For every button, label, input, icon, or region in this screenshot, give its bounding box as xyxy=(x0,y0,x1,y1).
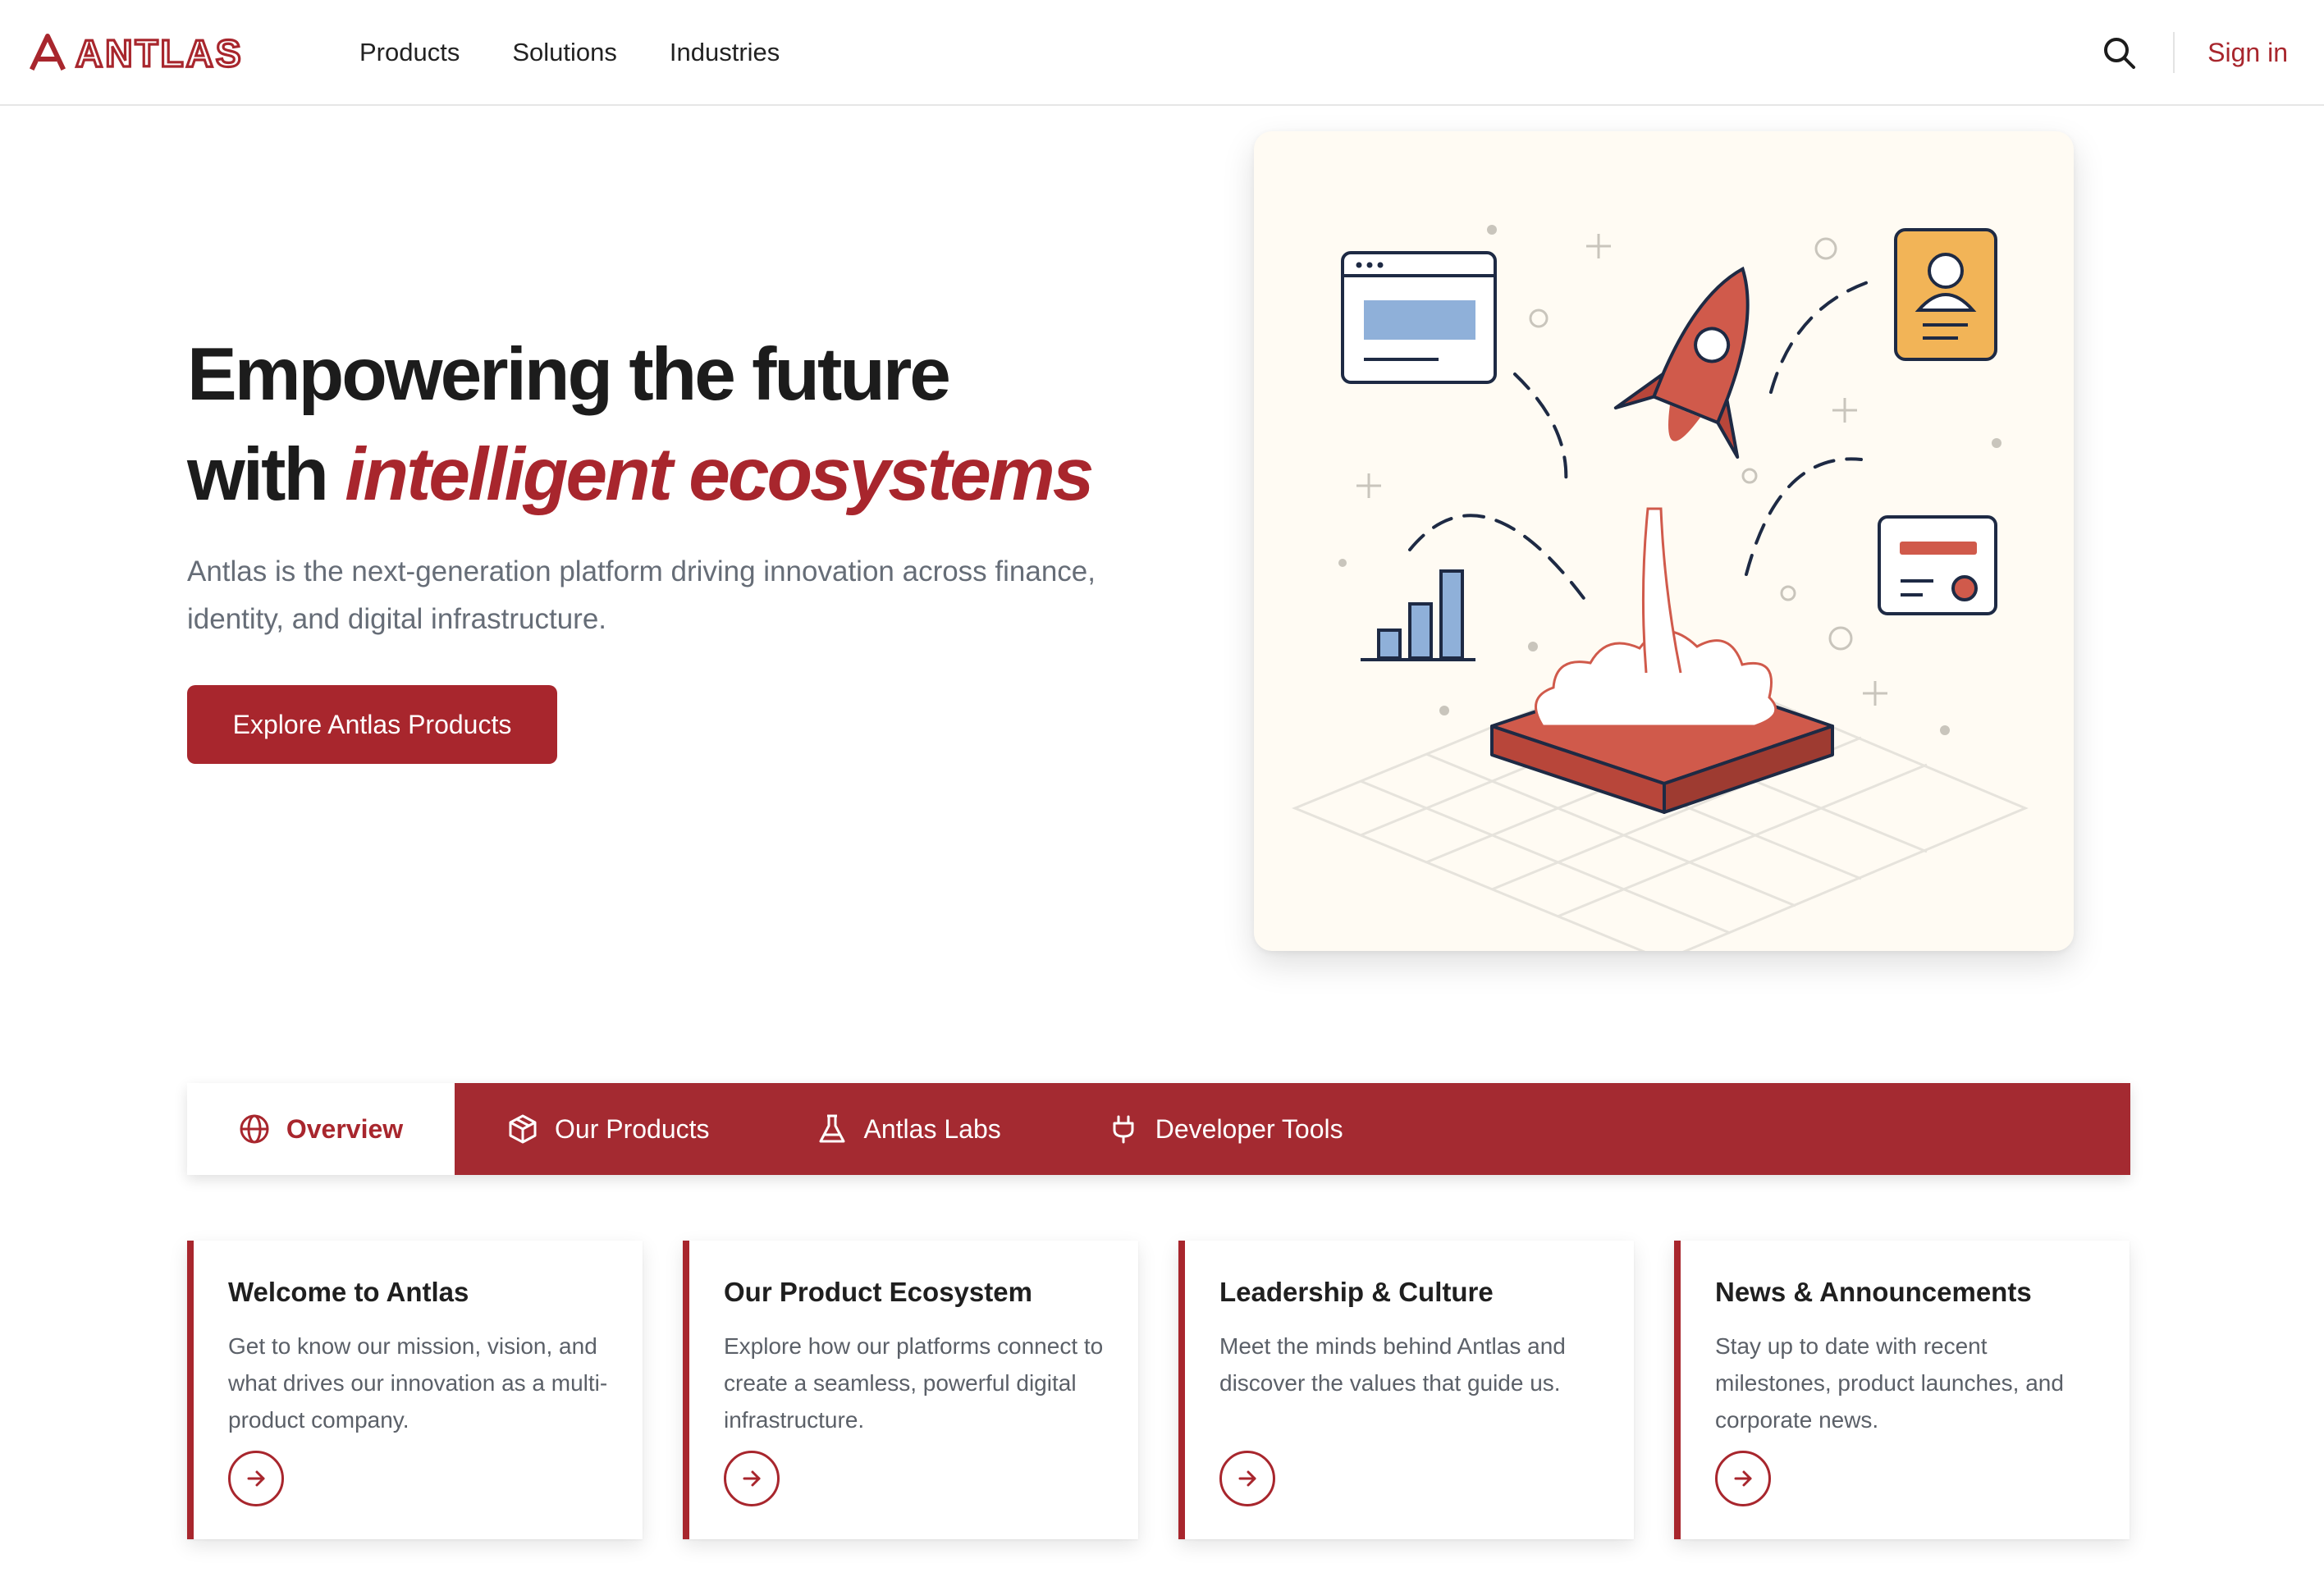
svg-text:ANTLAS: ANTLAS xyxy=(75,32,244,72)
header-actions: Sign in xyxy=(2098,0,2288,105)
search-button[interactable] xyxy=(2098,31,2140,74)
card-description: Stay up to date with recent milestones, … xyxy=(1715,1333,2064,1433)
plug-icon xyxy=(1108,1113,1139,1145)
main-nav: Products Solutions Industries xyxy=(359,0,832,105)
card-title: Leadership & Culture xyxy=(1219,1277,1494,1307)
browser-window-icon xyxy=(1341,251,1497,384)
tab-antlas-labs[interactable]: Antlas Labs xyxy=(817,1083,1001,1175)
card-arrow-button[interactable] xyxy=(724,1451,780,1506)
card-title: Our Product Ecosystem xyxy=(724,1277,1032,1307)
card-arrow-button[interactable] xyxy=(1715,1451,1771,1506)
brand-logo[interactable]: ANTLAS xyxy=(30,31,268,72)
sign-in-link[interactable]: Sign in xyxy=(2207,38,2288,68)
arrow-right-icon xyxy=(1734,1470,1752,1487)
flask-icon xyxy=(817,1113,848,1145)
rocket-launch-illustration xyxy=(1292,225,2029,951)
section-tabs: Overview Our Products Antlas Labs Develo… xyxy=(187,1083,2130,1175)
arrow-right-icon xyxy=(743,1470,761,1487)
search-icon xyxy=(2104,38,2136,69)
globe-icon xyxy=(239,1113,270,1145)
hero-title-accent: intelligent ecosystems xyxy=(345,433,1094,516)
nav-solutions[interactable]: Solutions xyxy=(512,38,617,67)
rocket-icon xyxy=(1613,266,1750,459)
card-arrow-button[interactable] xyxy=(228,1451,284,1506)
cube-icon xyxy=(507,1113,538,1145)
id-card-icon xyxy=(1894,228,1997,361)
nav-industries[interactable]: Industries xyxy=(670,38,780,67)
card-description: Get to know our mission, vision, and wha… xyxy=(228,1333,608,1433)
card-description: Explore how our platforms connect to cre… xyxy=(724,1333,1104,1433)
arrow-right-icon xyxy=(1238,1470,1256,1487)
card-product-ecosystem[interactable]: Our Product Ecosystem Explore how our pl… xyxy=(683,1241,1138,1539)
tab-our-products-label: Our Products xyxy=(555,1113,710,1144)
tab-overview-label: Overview xyxy=(286,1113,404,1144)
card-arrow-button[interactable] xyxy=(1219,1451,1275,1506)
hero-title-prefix: with xyxy=(187,433,345,516)
tab-antlas-labs-label: Antlas Labs xyxy=(863,1113,1001,1144)
hero-subtitle: Antlas is the next-generation platform d… xyxy=(187,555,1096,635)
antlas-logo-icon: ANTLAS xyxy=(30,31,244,72)
arrow-right-icon xyxy=(247,1470,265,1487)
card-title: News & Announcements xyxy=(1715,1277,2032,1307)
hero-title: Empowering the future with intelligent e… xyxy=(187,325,1094,525)
tab-developer-tools-label: Developer Tools xyxy=(1155,1113,1343,1144)
payment-card-icon xyxy=(1878,515,1997,615)
hero-title-line1: Empowering the future xyxy=(187,333,951,416)
bar-chart-icon xyxy=(1361,569,1475,661)
card-welcome[interactable]: Welcome to Antlas Get to know our missio… xyxy=(187,1241,643,1539)
nav-products[interactable]: Products xyxy=(359,38,460,67)
card-leadership-culture[interactable]: Leadership & Culture Meet the minds behi… xyxy=(1178,1241,1634,1539)
explore-products-button[interactable]: Explore Antlas Products xyxy=(187,685,557,764)
tab-developer-tools[interactable]: Developer Tools xyxy=(1108,1083,1343,1175)
card-description: Meet the minds behind Antlas and discove… xyxy=(1219,1333,1566,1396)
card-news-announcements[interactable]: News & Announcements Stay up to date wit… xyxy=(1674,1241,2130,1539)
header-divider xyxy=(2173,32,2175,73)
site-header: ANTLAS Products Solutions Industries Sig… xyxy=(0,0,2324,106)
card-title: Welcome to Antlas xyxy=(228,1277,469,1307)
tab-our-products[interactable]: Our Products xyxy=(507,1083,710,1175)
hero-illustration-card xyxy=(1254,131,2074,951)
tab-overview[interactable]: Overview xyxy=(187,1083,455,1175)
